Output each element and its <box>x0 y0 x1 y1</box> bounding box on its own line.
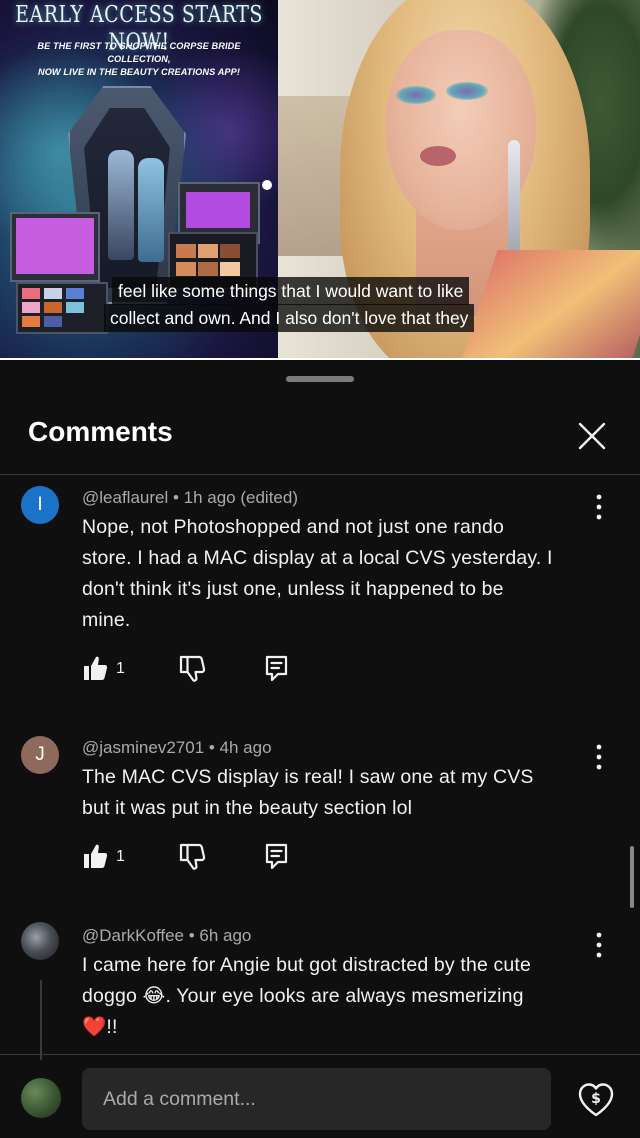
close-button[interactable] <box>570 414 614 458</box>
more-vert-icon <box>596 494 602 520</box>
more-options-button[interactable] <box>584 928 614 962</box>
reply-thread-line <box>40 980 42 1060</box>
more-options-button[interactable] <box>584 490 614 524</box>
like-button[interactable]: 1 <box>82 654 142 688</box>
like-count: 1 <box>116 848 125 865</box>
comment-meta[interactable]: @leaflaurel • 1h ago (edited) <box>82 488 298 508</box>
caption-line: feel like some things that I would want … <box>112 277 470 305</box>
reply-icon <box>265 655 288 682</box>
promo-subtitle: BE THE FIRST TO SHOP THE CORPSE BRIDE CO… <box>37 41 241 77</box>
video-player[interactable]: EARLY ACCESS STARTS NOW! BE THE FIRST TO… <box>0 0 640 358</box>
more-vert-icon <box>596 744 602 770</box>
thumb-up-icon <box>84 844 108 868</box>
comment-meta[interactable]: @DarkKoffee • 6h ago <box>82 926 251 946</box>
avatar[interactable] <box>21 1078 61 1118</box>
avatar[interactable]: I <box>21 486 59 524</box>
reply-button[interactable] <box>264 654 294 688</box>
reply-button[interactable] <box>264 842 294 876</box>
comments-title: Comments <box>28 416 173 447</box>
comments-panel: Comments I @leaflaurel • 1h ago (edited)… <box>0 358 640 1138</box>
avatar[interactable]: J <box>21 736 59 774</box>
dislike-button[interactable] <box>178 654 212 688</box>
avatar[interactable] <box>21 922 59 960</box>
more-vert-icon <box>596 932 602 958</box>
comment-meta[interactable]: @jasminev2701 • 4h ago <box>82 738 272 758</box>
play-indicator-icon <box>262 180 272 190</box>
comment-text: I came here for Angie but got distracted… <box>82 954 531 1038</box>
like-button[interactable]: 1 <box>82 842 142 876</box>
reply-icon <box>265 843 288 870</box>
super-thanks-icon: $ <box>578 1083 614 1117</box>
comment-text: Nope, not Photoshopped and not just one … <box>82 516 553 631</box>
svg-text:$: $ <box>591 1091 601 1107</box>
super-thanks-button[interactable]: $ <box>574 1078 618 1122</box>
comment-text: The MAC CVS display is real! I saw one a… <box>82 766 534 819</box>
add-comment-input[interactable]: Add a comment... <box>82 1068 551 1130</box>
scrollbar[interactable] <box>630 846 634 908</box>
dislike-button[interactable] <box>178 842 212 876</box>
close-icon <box>578 422 606 450</box>
more-options-button[interactable] <box>584 740 614 774</box>
comment-actions: 1 <box>82 842 322 878</box>
divider <box>0 474 640 475</box>
comment-actions: 1 <box>82 654 322 690</box>
thumb-down-icon <box>179 843 206 870</box>
thumb-down-icon <box>179 655 206 682</box>
caption-line: collect and own. And I also don't love t… <box>104 304 475 332</box>
divider <box>0 1054 640 1055</box>
drag-handle[interactable] <box>286 376 354 382</box>
like-count: 1 <box>116 660 125 677</box>
thumb-up-icon <box>84 656 108 680</box>
